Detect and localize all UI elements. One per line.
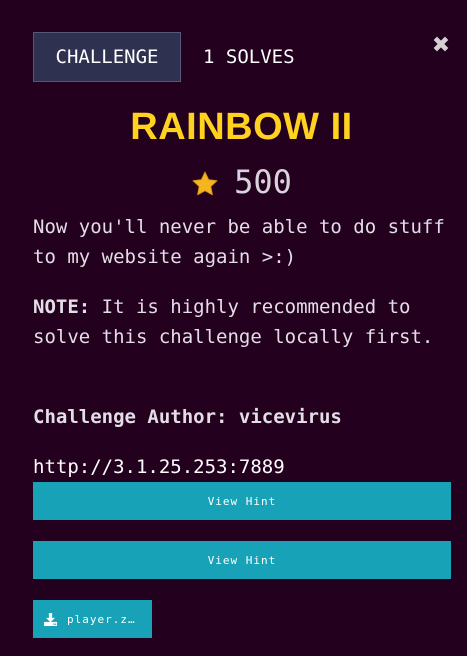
view-hint-button[interactable]: View Hint bbox=[33, 541, 451, 579]
view-hint-button[interactable]: View Hint bbox=[33, 482, 451, 520]
modal-tabs: CHALLENGE 1 SOLVES bbox=[33, 31, 295, 83]
points-value: 500 bbox=[234, 163, 292, 201]
connection-url[interactable]: http://3.1.25.253:7889 bbox=[33, 453, 285, 481]
close-icon[interactable]: ✖ bbox=[431, 34, 451, 58]
challenge-title: RAINBOW II bbox=[130, 106, 353, 148]
note-label: NOTE: bbox=[33, 296, 91, 318]
tab-challenge[interactable]: CHALLENGE bbox=[33, 32, 181, 82]
challenge-description: Now you'll never be able to do stuff to … bbox=[33, 216, 445, 268]
challenge-modal: CHALLENGE 1 SOLVES ✖ RAINBOW II 500 Now … bbox=[0, 0, 467, 656]
download-icon bbox=[44, 612, 57, 626]
author-label: Challenge Author: bbox=[33, 406, 228, 428]
file-name: player.z… bbox=[67, 612, 136, 626]
author-name: vicevirus bbox=[238, 406, 342, 428]
challenge-points: 500 bbox=[0, 162, 467, 202]
challenge-author: Challenge Author: vicevirus bbox=[33, 402, 342, 432]
challenge-note: NOTE: It is highly recommended to solve … bbox=[33, 292, 453, 352]
tab-solves[interactable]: 1 SOLVES bbox=[203, 46, 295, 68]
file-download-button[interactable]: player.z… bbox=[33, 600, 152, 638]
star-icon bbox=[192, 171, 218, 196]
note-text: It is highly recommended to solve this c… bbox=[33, 296, 434, 348]
